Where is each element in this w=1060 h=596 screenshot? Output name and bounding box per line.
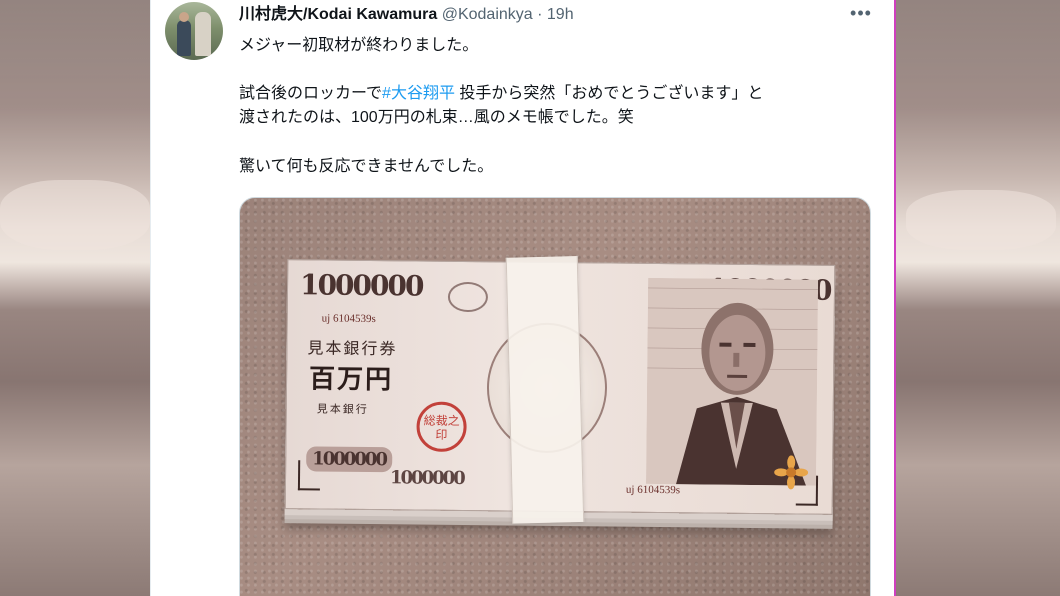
tweet-text-line-2: 試合後のロッカーで#大谷翔平 投手から突然「おめでとうございます」と [239, 84, 763, 104]
tweet-header: 川村虎大/Kodai Kawamura @Kodainkya · 19h [239, 5, 574, 27]
paper-band-tape [505, 256, 585, 524]
blurred-background-right [896, 0, 1060, 596]
issuer-name: 見本銀行 [316, 402, 369, 416]
denomination-top-left: 1000000 [299, 268, 423, 303]
tweet-text-line-3: 渡されたのは、100万円の札束…風のメモ帳でした。笑 [239, 109, 634, 126]
red-seal-stamp: 総裁之印 [416, 401, 467, 453]
tweet-photo[interactable]: 1000000 1000000 uj 6104539s 見本銀行券 百万円 見本… [239, 197, 871, 596]
author-name[interactable]: 川村虎大/Kodai Kawamura [239, 6, 437, 23]
denomination-bottom-center: 1000000 [389, 467, 464, 489]
tweet-text-segment: 試合後のロッカーで [239, 85, 383, 102]
corner-mark-left [297, 460, 321, 491]
avatar-statue [195, 12, 211, 56]
serial-number-right: uj 6104539s [625, 483, 681, 497]
tweet-text-line-4: 驚いて何も反応できませんでした。 [239, 158, 494, 175]
bank-name: 見本銀行券 [307, 338, 398, 359]
tweet-text-segment: 投手から突然「おめでとうございます」と [454, 85, 764, 102]
ornament-swirl [447, 281, 489, 313]
tweet-card[interactable]: 川村虎大/Kodai Kawamura @Kodainkya · 19h •••… [150, 0, 896, 596]
banknote-memo-pad: 1000000 1000000 uj 6104539s 見本銀行券 百万円 見本… [284, 256, 836, 524]
tweet-text-line-1: メジャー初取材が終わりました。 [239, 37, 479, 54]
avatar[interactable] [165, 2, 223, 60]
blurred-background-left [0, 0, 150, 596]
avatar-figure-head [179, 12, 189, 22]
author-handle-time[interactable]: @Kodainkya · 19h [437, 6, 574, 23]
serial-number-left: uj 6104539s [321, 312, 376, 326]
avatar-figure [177, 20, 191, 56]
amount-kanji: 百万円 [308, 364, 394, 396]
hashtag-link[interactable]: #大谷翔平 [382, 85, 455, 102]
more-horizontal-icon[interactable]: ••• [847, 4, 875, 24]
flower-ornament [774, 455, 809, 490]
